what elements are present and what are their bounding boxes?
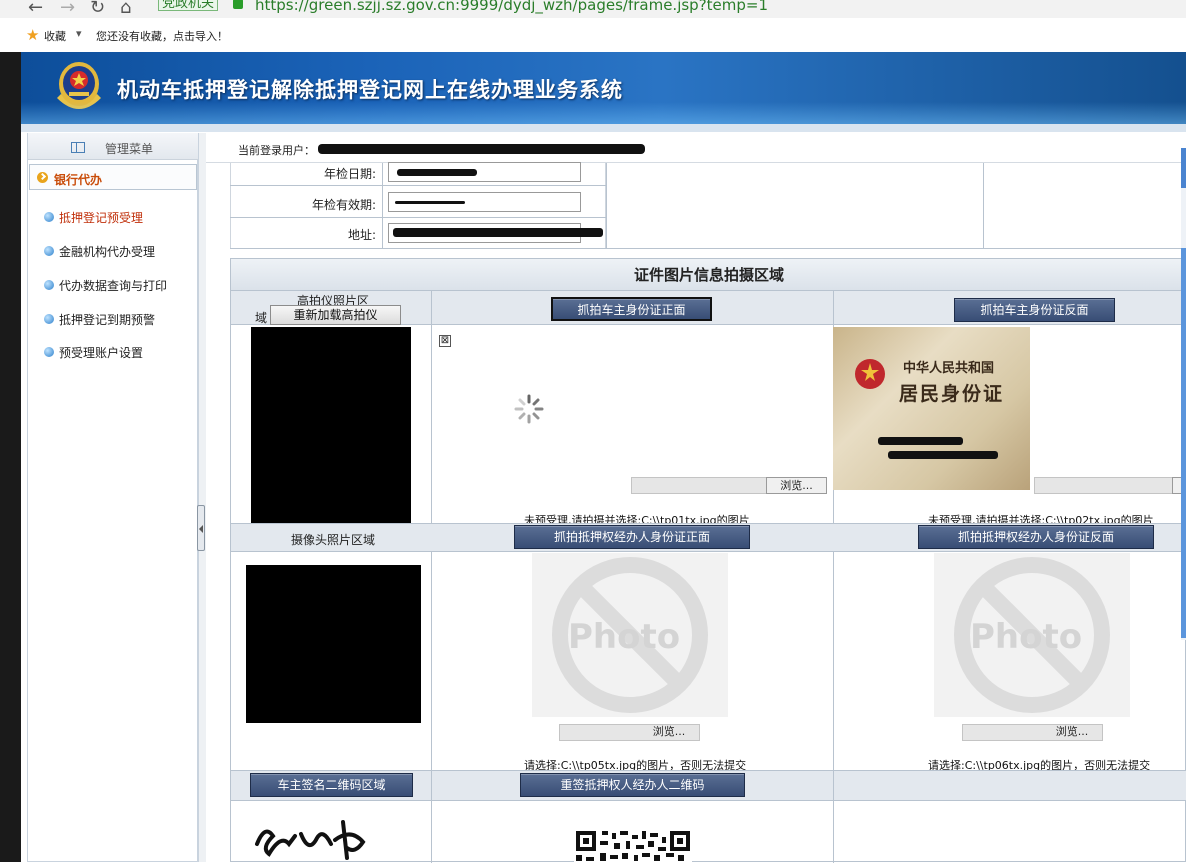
back-arrow-icon[interactable]: ←	[28, 0, 43, 18]
user-bar: 当前登录用户：	[206, 133, 1186, 163]
camera-preview	[246, 565, 421, 723]
banner-divider	[21, 124, 1186, 132]
owner-signature-qr-button[interactable]: 车主签名二维码区域	[250, 773, 413, 797]
bullet-icon	[44, 280, 54, 290]
id-card-title1: 中华人民共和国	[903, 361, 995, 376]
owner-signature-image	[255, 820, 366, 860]
capture-agent-id-front-button[interactable]: 抓拍抵押权经办人身份证正面	[514, 525, 750, 549]
collapse-sidebar-handle[interactable]	[197, 505, 205, 551]
current-user-label: 当前登录用户：	[238, 144, 315, 157]
agent-id-back-placeholder: Photo	[934, 553, 1130, 717]
site-tag: 党政机关	[158, 0, 219, 11]
browse-button[interactable]: 浏览...	[638, 724, 700, 741]
agent-qr-code	[574, 829, 692, 863]
lock-icon	[233, 0, 243, 9]
sidebar-item-label: 金融机构代办受理	[59, 245, 156, 259]
file-path-back[interactable]	[1034, 477, 1186, 494]
page-title: 机动车抵押登记解除抵押登记网上在线办理业务系统	[117, 78, 623, 102]
bullet-icon	[44, 347, 54, 357]
agent-qr-resign-button[interactable]: 重签抵押权人经办人二维码	[520, 773, 745, 797]
import-bookmarks-link[interactable]: 您还没有收藏，点击导入！	[96, 28, 228, 44]
file-path-agent-front[interactable]: 浏览...	[559, 724, 700, 741]
window-edge	[0, 52, 21, 862]
bullet-icon	[44, 314, 54, 324]
browse-button[interactable]: 浏览...	[766, 477, 827, 494]
inspect-valid-field[interactable]	[388, 192, 581, 212]
sidebar-title: 管理菜单	[105, 142, 154, 156]
inspect-date-field[interactable]	[388, 162, 581, 182]
national-emblem-icon	[855, 359, 885, 389]
agent-id-front-placeholder: Photo	[532, 553, 728, 717]
police-emblem-icon	[57, 62, 101, 109]
menu-icon	[71, 142, 85, 153]
panel-title: 证件图片信息拍摄区域	[231, 259, 1186, 291]
favorites-label[interactable]: 收藏	[44, 28, 66, 44]
broken-image-icon: ⊠	[439, 335, 451, 347]
home-icon[interactable]: ⌂	[120, 0, 131, 18]
address-bar[interactable]: https://green.szjj.sz.gov.cn:9999/dydj_w…	[255, 0, 768, 14]
inspect-valid-label: 年检有效期:	[311, 198, 376, 212]
browser-toolbar: ← → ↻ ⌂ 党政机关 https://green.szjj.sz.gov.c…	[0, 0, 1186, 18]
file-path-front[interactable]: 浏览...	[631, 477, 827, 494]
main-content: 当前登录用户： 年检日期: 年检有效期: 地址: 证件图片信息拍摄区域 高拍仪照…	[206, 133, 1186, 863]
photo-placeholder-text: Photo	[970, 617, 1083, 657]
inspect-date-label: 年检日期:	[323, 167, 376, 181]
capture-owner-id-back-button[interactable]: 抓拍车主身份证反面	[954, 298, 1115, 322]
scanner-area-suffix: 域	[255, 311, 268, 325]
bullet-icon	[44, 212, 54, 222]
site-banner: 机动车抵押登记解除抵押登记网上在线办理业务系统	[21, 52, 1186, 124]
reload-icon[interactable]: ↻	[90, 0, 105, 18]
bookmark-bar: ★ 收藏 ▾ 您还没有收藏，点击导入！	[0, 18, 1186, 52]
address-label: 地址:	[347, 228, 376, 242]
owner-id-back-photo: 中华人民共和国 居民身份证	[833, 327, 1030, 490]
id-card-title2: 居民身份证	[899, 383, 1005, 405]
file-path-agent-back[interactable]: 浏览...	[962, 724, 1103, 741]
right-scrollbar[interactable]	[1181, 148, 1186, 640]
reload-scanner-button[interactable]: 重新加载高拍仪	[270, 305, 401, 325]
bullet-icon	[44, 246, 54, 256]
star-icon[interactable]: ★	[26, 26, 39, 44]
sidebar-section-label: 银行代办	[54, 173, 103, 187]
sidebar-item-label: 代办数据查询与打印	[59, 279, 168, 293]
address-field[interactable]	[388, 223, 603, 243]
camera-area-label: 摄像头照片区域	[291, 533, 376, 547]
sidebar-header: 管理菜单	[28, 133, 199, 160]
sidebar-item-label: 抵押登记到期预警	[59, 313, 156, 327]
forward-arrow-icon[interactable]: →	[60, 0, 75, 18]
photo-capture-panel: 证件图片信息拍摄区域 高拍仪照片区 域 重新加载高拍仪 抓拍车主身份证正面 抓拍…	[230, 258, 1186, 863]
photo-placeholder-text: Photo	[568, 617, 681, 657]
sidebar-section-bank[interactable]: 银行代办	[29, 164, 197, 190]
chevron-down-icon[interactable]: ▾	[76, 27, 82, 40]
capture-agent-id-back-button[interactable]: 抓拍抵押权经办人身份证反面	[918, 525, 1154, 549]
sidebar-item-label: 抵押登记预受理	[59, 211, 144, 225]
sidebar: 管理菜单 银行代办 抵押登记预受理 金融机构代办受理 代办数据查询与打印 抵押登…	[27, 133, 199, 862]
sidebar-splitter	[198, 133, 206, 862]
capture-owner-id-front-button[interactable]: 抓拍车主身份证正面	[551, 297, 712, 321]
browse-button[interactable]: 浏览...	[1041, 724, 1103, 741]
sidebar-item-label: 预受理账户设置	[59, 346, 144, 360]
expand-icon	[37, 172, 48, 183]
loading-spinner-icon	[514, 394, 544, 424]
redacted-username	[318, 144, 645, 154]
scanner-preview	[251, 327, 411, 523]
